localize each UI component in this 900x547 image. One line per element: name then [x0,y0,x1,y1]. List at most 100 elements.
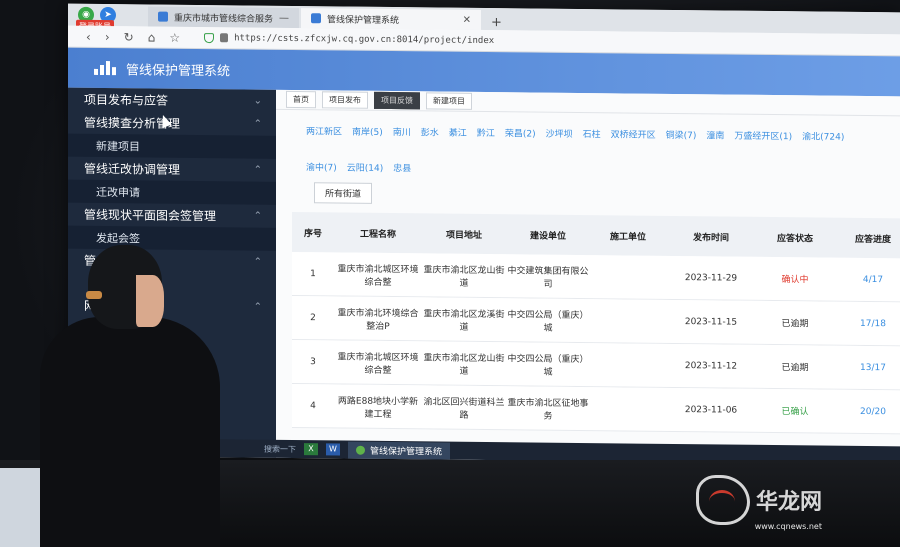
cell-name: 重庆市渝北环境综合整治P [337,307,419,332]
taskbar-window-label: 管线保护管理系统 [370,446,443,458]
word-icon[interactable]: W [326,443,340,456]
cell-date: 2023-11-29 [684,272,738,284]
cell-progress-link[interactable]: 17/18 [834,318,900,329]
tab-new-project[interactable]: 新建项目 [426,92,472,110]
watermark: 华龙网 [695,475,822,525]
cell-unit: 中交建筑集团有限公司 [507,265,589,290]
watermark-text: 华龙网 [755,489,822,515]
cell-no: 3 [310,356,316,367]
sidebar-subitem-relocation-apply[interactable]: 迁改申请 [68,179,276,205]
hair-clip [86,291,102,299]
district-link[interactable]: 双桥经开区 [611,117,656,153]
cell-address: 重庆市渝北区龙山街道 [423,264,505,289]
cell-name: 重庆市渝北城区环境综合整 [337,351,419,376]
star-icon[interactable]: ☆ [169,30,180,44]
cell-unit: 重庆市渝北区征地事务 [507,397,589,422]
district-link[interactable]: 南岸(5) [352,115,383,151]
tab-close-icon[interactable]: ✕ [463,14,471,25]
sidebar-item-label: 项目发布与应答 [84,92,169,108]
district-link[interactable]: 潼南 [706,118,724,154]
district-link[interactable]: 万盛经开区(1) [734,119,792,156]
shield-icon [204,32,215,43]
main-content: 首页 项目发布 项目反馈 新建项目 两江新区 南岸(5) 南川 彭水 綦江 黔江… [276,89,900,447]
address-bar[interactable]: https://csts.zfcxjw.cq.gov.cn:8014/proje… [204,32,494,46]
cell-builder [590,321,666,322]
district-link[interactable]: 荣昌(2) [505,116,536,152]
tab-project-feedback[interactable]: 项目反馈 [374,91,420,110]
district-link[interactable]: 南川 [393,115,411,151]
tab-favicon-icon [158,11,168,22]
tab-pipeline-protection[interactable]: 管线保护管理系统 ✕ [301,8,482,30]
person-silhouette [40,245,220,547]
cell-status: 已逾期 [781,363,809,374]
all-streets-button[interactable]: 所有街道 [314,182,373,204]
cell-status: 确认中 [781,275,809,286]
taskbar-active-window[interactable]: 管线保护管理系统 [348,441,451,460]
excel-icon[interactable]: X [304,443,318,456]
person-coat [40,317,220,547]
table-header: 序号 工程名称 项目地址 建设单位 施工单位 发布时间 应答状态 应答进度 [292,211,900,259]
cell-address: 重庆市渝北区龙溪街道 [423,308,505,333]
district-link[interactable]: 石柱 [583,117,601,153]
project-table: 序号 工程名称 项目地址 建设单位 施工单位 发布时间 应答状态 应答进度 1 … [292,211,900,435]
sidebar-subitem-new-project[interactable]: 新建项目 [68,133,276,159]
tab-home[interactable]: 首页 [286,90,316,109]
cell-status: 已确认 [781,407,809,418]
tab-close-icon[interactable]: — [279,12,289,23]
tab-city-pipeline-service[interactable]: 重庆市城市管线综合服务 — [148,6,300,29]
cell-no: 2 [310,312,316,323]
district-link[interactable]: 渝北(724) [802,119,844,155]
col-header: 施工单位 [609,231,646,243]
table-row[interactable]: 3 重庆市渝北城区环境综合整 重庆市渝北区龙山街道 中交四公局（重庆）城 202… [292,339,900,391]
home-icon[interactable]: ⌂ [148,30,156,44]
cell-progress-link[interactable]: 20/20 [834,406,900,417]
tab-label: 管线保护管理系统 [327,14,400,26]
back-icon[interactable]: ‹ [86,29,91,43]
cell-builder [590,365,666,366]
cell-unit: 中交四公局（重庆）城 [507,309,589,334]
reload-icon[interactable]: ↻ [124,30,134,44]
cell-date: 2023-11-12 [684,360,738,372]
district-link[interactable]: 沙坪坝 [546,117,573,153]
cell-progress-link[interactable]: 13/17 [834,362,900,373]
cell-builder [590,277,666,278]
col-header: 序号 [303,228,322,239]
tab-project-publish[interactable]: 项目发布 [322,91,368,109]
watermark-url: www.cqnews.net [754,522,822,531]
sidebar-item-relocation[interactable]: 管线迁改协调管理 ⌃ [68,157,276,182]
table-row[interactable]: 4 两路E88地块小学新建工程 渝北区回兴街道科兰路 重庆市渝北区征地事务 20… [292,383,900,435]
tab-label: 重庆市城市管线综合服务 [174,13,274,25]
taskbar-search[interactable]: 搜索一下 [264,443,296,454]
forward-icon[interactable]: › [105,30,110,44]
district-link[interactable]: 铜梁(7) [666,118,697,154]
cell-unit: 中交四公局（重庆）城 [507,353,589,378]
sidebar-item-countersign[interactable]: 管线现状平面图会签管理 ⌃ [68,203,276,228]
col-header: 项目地址 [445,230,482,241]
cell-date: 2023-11-15 [684,316,738,328]
cell-progress-link[interactable]: 4/17 [834,274,900,285]
dragon-logo-icon [695,475,750,525]
col-header: 应答状态 [776,233,813,244]
table-row[interactable]: 2 重庆市渝北环境综合整治P 重庆市渝北区龙溪街道 中交四公局（重庆）城 202… [292,295,900,347]
district-link[interactable]: 黔江 [477,116,495,152]
sidebar-item-project-publish[interactable]: 项目发布与应答 ⌄ [68,88,276,113]
col-header: 工程名称 [359,229,396,240]
table-row[interactable]: 1 重庆市渝北城区环境综合整 重庆市渝北区龙山街道 中交建筑集团有限公司 202… [292,251,900,303]
district-link[interactable]: 渝中(7) [306,150,337,186]
district-link[interactable]: 云阳(14) [347,151,383,187]
chevron-up-icon: ⌃ [253,118,262,130]
sidebar-item-label: 管线迁改协调管理 [84,161,181,177]
col-header: 应答进度 [854,234,891,245]
browser-icon [356,445,365,455]
chevron-up-icon: ⌃ [253,164,262,176]
cell-address: 重庆市渝北区龙山街道 [423,352,505,377]
chevron-up-icon: ⌃ [253,210,262,222]
chevron-up-icon: ⌃ [253,301,262,313]
cell-address: 渝北区回兴街道科兰路 [423,396,505,421]
district-link[interactable]: 綦江 [449,116,467,152]
sidebar-item-survey-analysis[interactable]: 管线摸查分析管理 ⌃ [68,111,276,136]
district-link[interactable]: 两江新区 [306,114,342,150]
district-link[interactable]: 忠县 [393,151,411,187]
new-tab-button[interactable]: + [483,15,510,30]
district-link[interactable]: 彭水 [421,115,439,151]
